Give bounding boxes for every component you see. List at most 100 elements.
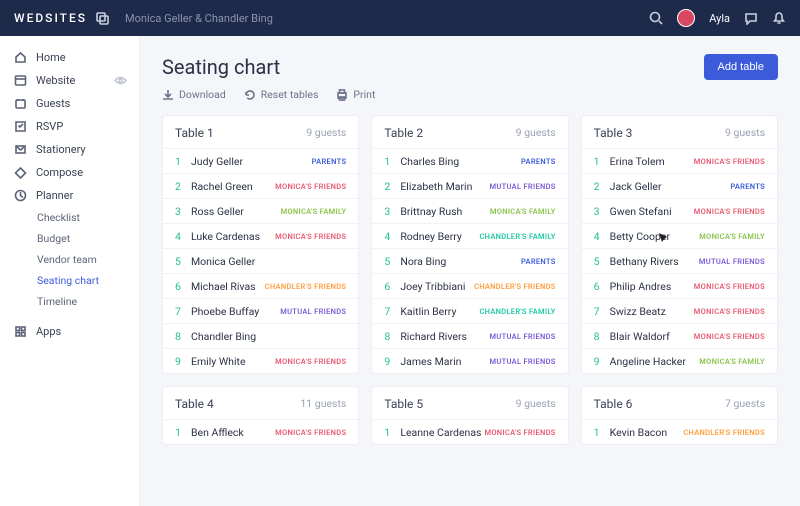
guest-row[interactable]: 7Swizz BeatzMONICA'S FRIENDS xyxy=(582,298,777,323)
subnav-budget[interactable]: Budget xyxy=(0,228,139,249)
brand-logo: WEDSITES xyxy=(14,11,87,25)
guest-tag: CHANDLER'S FAMILY xyxy=(479,307,555,316)
rsvp-icon xyxy=(14,120,27,133)
guest-name: Elizabeth Marin xyxy=(400,180,489,193)
nav-rsvp[interactable]: RSVP xyxy=(0,115,139,138)
guest-row[interactable]: 4Rodney BerryCHANDLER'S FAMILY xyxy=(372,223,567,248)
guest-row[interactable]: 4Luke CardenasMONICA'S FRIENDS xyxy=(163,223,358,248)
guest-row[interactable]: 1Erina TolemMONICA'S FRIENDS xyxy=(582,148,777,173)
nav-planner[interactable]: Planner xyxy=(0,184,139,207)
page-title: Seating chart xyxy=(162,55,280,79)
guest-row[interactable]: 7Kaitlin BerryCHANDLER'S FAMILY xyxy=(372,298,567,323)
guest-row[interactable]: 1Charles BingPARENTS xyxy=(372,148,567,173)
nav-home[interactable]: Home xyxy=(0,46,139,69)
guest-row[interactable]: 2Rachel GreenMONICA'S FRIENDS xyxy=(163,173,358,198)
guest-row[interactable]: 9Angeline HackerMONICA'S FAMILY xyxy=(582,348,777,373)
user-name[interactable]: Ayla xyxy=(709,12,730,25)
guest-number: 1 xyxy=(384,155,400,168)
guest-name: Phoebe Buffay xyxy=(191,305,280,318)
guest-row[interactable]: 5Bethany RiversMUTUAL FRIENDS xyxy=(582,248,777,273)
guest-name: James Marin xyxy=(400,355,489,368)
guest-tag: MONICA'S FRIENDS xyxy=(275,232,346,241)
print-button[interactable]: Print xyxy=(336,88,375,101)
table-card: Table 59 guests1Leanne CardenasMONICA'S … xyxy=(371,386,568,445)
guest-number: 3 xyxy=(384,205,400,218)
guest-row[interactable]: 6Philip AndresMONICA'S FRIENDS xyxy=(582,273,777,298)
copy-icon[interactable] xyxy=(95,11,109,25)
guest-number: 2 xyxy=(384,180,400,193)
guest-tag: PARENTS xyxy=(521,157,556,166)
guest-number: 6 xyxy=(384,280,400,293)
guest-tag: PARENTS xyxy=(521,257,556,266)
guest-tag: MONICA'S FRIENDS xyxy=(484,428,555,437)
guest-number: 2 xyxy=(594,180,610,193)
guest-row[interactable]: 7Phoebe BuffayMUTUAL FRIENDS xyxy=(163,298,358,323)
guest-name: Erina Tolem xyxy=(610,155,694,168)
guest-row[interactable]: 1Leanne CardenasMONICA'S FRIENDS xyxy=(372,419,567,444)
event-name: Monica Geller & Chandler Bing xyxy=(125,12,273,25)
guest-row[interactable]: 6Joey TribbianiCHANDLER'S FRIENDS xyxy=(372,273,567,298)
add-table-button[interactable]: Add table xyxy=(704,54,778,80)
guest-tag: CHANDLER'S FAMILY xyxy=(479,232,555,241)
bell-icon[interactable] xyxy=(772,11,786,25)
guest-tag: MONICA'S FRIENDS xyxy=(694,157,765,166)
guest-row[interactable]: 2Jack GellerPARENTS xyxy=(582,173,777,198)
guest-row[interactable]: 3Ross GellerMONICA'S FAMILY xyxy=(163,198,358,223)
guest-tag: MUTUAL FRIENDS xyxy=(490,182,556,191)
nav-stationery[interactable]: Stationery xyxy=(0,138,139,161)
guest-row[interactable]: 3Gwen StefaniMONICA'S FRIENDS xyxy=(582,198,777,223)
chat-icon[interactable] xyxy=(744,11,758,25)
guest-row[interactable]: 1Ben AffleckMONICA'S FRIENDS xyxy=(163,419,358,444)
download-button[interactable]: Download xyxy=(162,88,226,101)
table-card: Table 67 guests1Kevin BaconCHANDLER'S FR… xyxy=(581,386,778,445)
nav-apps[interactable]: Apps xyxy=(0,320,139,343)
guest-row[interactable]: 8Blair WaldorfMONICA'S FRIENDS xyxy=(582,323,777,348)
nav-compose[interactable]: Compose xyxy=(0,161,139,184)
reset-button[interactable]: Reset tables xyxy=(244,88,319,101)
subnav-timeline[interactable]: Timeline xyxy=(0,291,139,312)
guest-number: 1 xyxy=(175,155,191,168)
guest-row[interactable]: 2Elizabeth MarinMUTUAL FRIENDS xyxy=(372,173,567,198)
subnav-checklist[interactable]: Checklist xyxy=(0,207,139,228)
nav-guests[interactable]: Guests xyxy=(0,92,139,115)
guest-row[interactable]: 1Kevin BaconCHANDLER'S FRIENDS xyxy=(582,419,777,444)
guest-name: Chandler Bing xyxy=(191,330,346,343)
guest-row[interactable]: 8Richard RiversMUTUAL FRIENDS xyxy=(372,323,567,348)
guest-tag: MONICA'S FRIENDS xyxy=(694,332,765,341)
guest-row[interactable]: 8Chandler Bing xyxy=(163,323,358,348)
guest-row[interactable]: 3Brittnay RushMONICA'S FAMILY xyxy=(372,198,567,223)
guest-row[interactable]: 5Monica Geller xyxy=(163,248,358,273)
guest-name: Judy Geller xyxy=(191,155,312,168)
guest-name: Nora Bing xyxy=(400,255,521,268)
guest-row[interactable]: 6Michael RivasCHANDLER'S FRIENDS xyxy=(163,273,358,298)
guest-tag: MONICA'S FRIENDS xyxy=(275,428,346,437)
subnav-vendor-team[interactable]: Vendor team xyxy=(0,249,139,270)
guest-number: 7 xyxy=(175,305,191,318)
guest-row[interactable]: 4Betty CooperMONICA'S FAMILY xyxy=(582,223,777,248)
guest-number: 3 xyxy=(175,205,191,218)
guest-number: 5 xyxy=(175,255,191,268)
guest-row[interactable]: 1Judy GellerPARENTS xyxy=(163,148,358,173)
guest-number: 1 xyxy=(384,426,400,439)
guest-tag: PARENTS xyxy=(730,182,765,191)
search-icon[interactable] xyxy=(649,11,663,25)
table-card: Table 411 guests1Ben AffleckMONICA'S FRI… xyxy=(162,386,359,445)
guest-name: Betty Cooper xyxy=(610,230,700,243)
guest-tag: CHANDLER'S FRIENDS xyxy=(265,282,347,291)
nav-website[interactable]: Website xyxy=(0,69,139,92)
guest-number: 8 xyxy=(594,330,610,343)
guest-tag: MUTUAL FRIENDS xyxy=(490,332,556,341)
guest-row[interactable]: 5Nora BingPARENTS xyxy=(372,248,567,273)
avatar[interactable] xyxy=(677,9,695,27)
guest-name: Emily White xyxy=(191,355,275,368)
guest-row[interactable]: 9James MarinMUTUAL FRIENDS xyxy=(372,348,567,373)
guest-number: 4 xyxy=(384,230,400,243)
guest-name: Jack Geller xyxy=(610,180,731,193)
guest-name: Philip Andres xyxy=(610,280,694,293)
guest-row[interactable]: 9Emily WhiteMONICA'S FRIENDS xyxy=(163,348,358,373)
apps-icon xyxy=(14,325,27,338)
guest-count: 9 guests xyxy=(306,126,346,140)
subnav-seating-chart[interactable]: Seating chart xyxy=(0,270,139,291)
compose-icon xyxy=(14,166,27,179)
guest-number: 7 xyxy=(594,305,610,318)
